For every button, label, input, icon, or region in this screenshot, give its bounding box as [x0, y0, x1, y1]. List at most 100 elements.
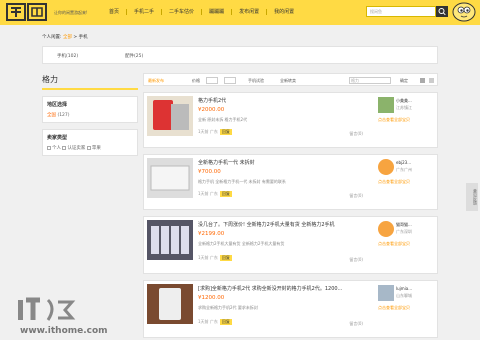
region-option[interactable]: 全国 (127): [47, 112, 133, 118]
reply-badge[interactable]: 回复: [219, 319, 232, 325]
item-title[interactable]: 格力手机2代: [198, 97, 226, 104]
main-nav: 首页 手机二手 二手车估价 蹦蹦蹦 发布闲置 我的闲置: [102, 9, 301, 15]
nav-home[interactable]: 首页: [102, 9, 128, 15]
seller-name[interactable]: 猫哥猫...: [396, 222, 412, 228]
item-title[interactable]: 没几台了。下周涨价! 全新格力2手机大量有货 全新格力2手机: [198, 221, 335, 228]
item-meta: 1天前 广东 回复: [198, 129, 232, 135]
product-image[interactable]: [147, 284, 193, 324]
keyword-title: 格力: [42, 74, 138, 90]
seller-apple-label: 苹果: [91, 146, 101, 151]
seller-avatar[interactable]: [378, 221, 394, 237]
nav-bounce[interactable]: 蹦蹦蹦: [202, 9, 233, 15]
tab-phones[interactable]: 手机(102): [57, 53, 78, 59]
seller-location: 江苏镇江: [396, 105, 412, 110]
item-time: 1天前: [198, 129, 209, 134]
region-title: 地区选择: [47, 102, 68, 108]
watermark-url: www.ithome.com: [20, 326, 108, 336]
item-meta: 1天前 广东 回复: [198, 255, 232, 261]
seller-avatar[interactable]: [378, 285, 394, 301]
list-item[interactable]: 格力手机2代 ¥2000.00 全新 原封未拆 格力手机2代 1天前 广东 回复 …: [143, 92, 438, 148]
seller-location: 山东聊城: [396, 293, 412, 298]
seller-more-link[interactable]: 点击查看全部宝贝: [378, 241, 410, 247]
seller-avatar[interactable]: [378, 97, 394, 113]
checkbox-certified[interactable]: [62, 145, 67, 150]
product-image[interactable]: [147, 158, 193, 198]
grid-view-icon[interactable]: [420, 78, 425, 83]
item-desc: 求购全新格力手机2代 要求未拆封: [198, 305, 258, 310]
left-panel: 格力 地区选择 全国 (127) 卖家类型 个人 认证卖家 苹果: [42, 74, 138, 156]
item-title[interactable]: 全新格力手机一代 未拆封: [198, 159, 255, 166]
top-bar: 让你的闲置游起来! 首页 手机二手 二手车估价 蹦蹦蹦 发布闲置 我的闲置 搜闲…: [0, 0, 480, 25]
tab-accessories[interactable]: 配件(25): [125, 53, 143, 59]
item-comments[interactable]: 留言(0): [349, 131, 363, 137]
item-desc: 全新 原封未拆 格力手机2代: [198, 117, 248, 122]
xianyu-logo[interactable]: [6, 3, 48, 21]
filter-tag-resale[interactable]: 全新转卖: [280, 78, 296, 84]
item-comments[interactable]: 留言(0): [349, 257, 363, 263]
feedback-tab[interactable]: 意见反馈: [466, 183, 478, 211]
price-min-input[interactable]: [206, 76, 218, 84]
nav-car[interactable]: 二手车估价: [162, 9, 203, 15]
breadcrumb: 个人闲置: 全部 > 手机: [42, 34, 88, 40]
seller-more-link[interactable]: 点击查看全部宝贝: [378, 117, 410, 123]
search-button[interactable]: [436, 6, 448, 17]
category-tabs: 手机(102) 配件(25): [42, 46, 438, 64]
seller-avatar[interactable]: [378, 159, 394, 175]
item-comments[interactable]: 留言(0): [349, 193, 363, 199]
confirm-button[interactable]: 确定: [400, 78, 408, 84]
seller-name[interactable]: 小美美...: [396, 98, 412, 104]
item-price: ¥1200.00: [198, 295, 225, 301]
item-location: 广东: [209, 191, 218, 196]
mascot-fish-icon: [452, 2, 476, 22]
item-time: 1天前: [198, 255, 209, 260]
product-image[interactable]: [147, 96, 193, 136]
item-comments[interactable]: 留言(0): [349, 321, 363, 327]
item-desc: 格力手机 全新格力手机一代 未拆封 有需要的联系: [198, 179, 286, 184]
breadcrumb-all[interactable]: 全部: [63, 35, 72, 40]
list-item[interactable]: 全新格力手机一代 未拆封 ¥700.00 格力手机 全新格力手机一代 未拆封 有…: [143, 154, 438, 210]
list-view-icon[interactable]: [429, 78, 434, 83]
nav-phone[interactable]: 手机二手: [127, 9, 163, 15]
seller-location: 广东广州: [396, 167, 412, 172]
region-value: 全国: [47, 113, 56, 118]
item-location: 广东: [209, 129, 218, 134]
seller-certified-label: 认证卖家: [67, 146, 86, 151]
reply-badge[interactable]: 回复: [219, 255, 232, 261]
item-title[interactable]: [求购]全新格力手机2代 求购全新没开封的格力手机2代。1200...: [198, 285, 342, 292]
price-max-input[interactable]: [224, 76, 236, 84]
seller-name[interactable]: ebj23...: [396, 160, 411, 165]
item-location: 广东: [209, 255, 218, 260]
product-image[interactable]: [147, 220, 193, 260]
seller-type-title: 卖家类型: [47, 135, 68, 141]
item-meta: 1天前 广东 回复: [198, 191, 232, 197]
nav-mine[interactable]: 我的闲置: [267, 9, 301, 15]
reply-badge[interactable]: 回复: [219, 129, 232, 135]
item-location: 广东: [209, 319, 218, 324]
filter-bar: 最新发布 价格 手机试验 全新转卖 格力 确定: [143, 73, 438, 86]
list-item[interactable]: [求购]全新格力手机2代 求购全新没开封的格力手机2代。1200... ¥120…: [143, 280, 438, 338]
nav-publish[interactable]: 发布闲置: [232, 9, 268, 15]
breadcrumb-leaf: 手机: [78, 35, 88, 40]
sort-latest[interactable]: 最新发布: [148, 78, 164, 84]
item-meta: 1天前 广东 回复: [198, 319, 232, 325]
search-input[interactable]: 搜闲鱼: [366, 6, 436, 17]
filter-tag-test[interactable]: 手机试验: [248, 78, 264, 84]
item-time: 1天前: [198, 191, 209, 196]
seller-more-link[interactable]: 点击查看全部宝贝: [378, 305, 410, 311]
list-item[interactable]: 没几台了。下周涨价! 全新格力2手机大量有货 全新格力2手机 ¥2199.00 …: [143, 216, 438, 274]
checkbox-apple[interactable]: [86, 145, 91, 150]
seller-more-link[interactable]: 点击查看全部宝贝: [378, 179, 410, 185]
seller-type-filter: 卖家类型 个人 认证卖家 苹果: [42, 129, 138, 156]
seller-name[interactable]: lujmia...: [396, 286, 412, 291]
breadcrumb-label: 个人闲置:: [42, 35, 62, 40]
breadcrumb-sep: >: [73, 35, 78, 40]
item-price: ¥2199.00: [198, 231, 225, 237]
item-desc: 全新格力2手机大量有货 全新格力2手机大量有货: [198, 241, 285, 246]
item-time: 1天前: [198, 319, 209, 324]
reply-badge[interactable]: 回复: [219, 191, 232, 197]
region-filter: 地区选择 全国 (127): [42, 96, 138, 123]
seller-location: 广东深圳: [396, 229, 412, 234]
checkbox-personal[interactable]: [47, 145, 51, 150]
keyword-input[interactable]: 格力: [349, 76, 391, 84]
tagline: 让你的闲置游起来!: [54, 10, 88, 15]
